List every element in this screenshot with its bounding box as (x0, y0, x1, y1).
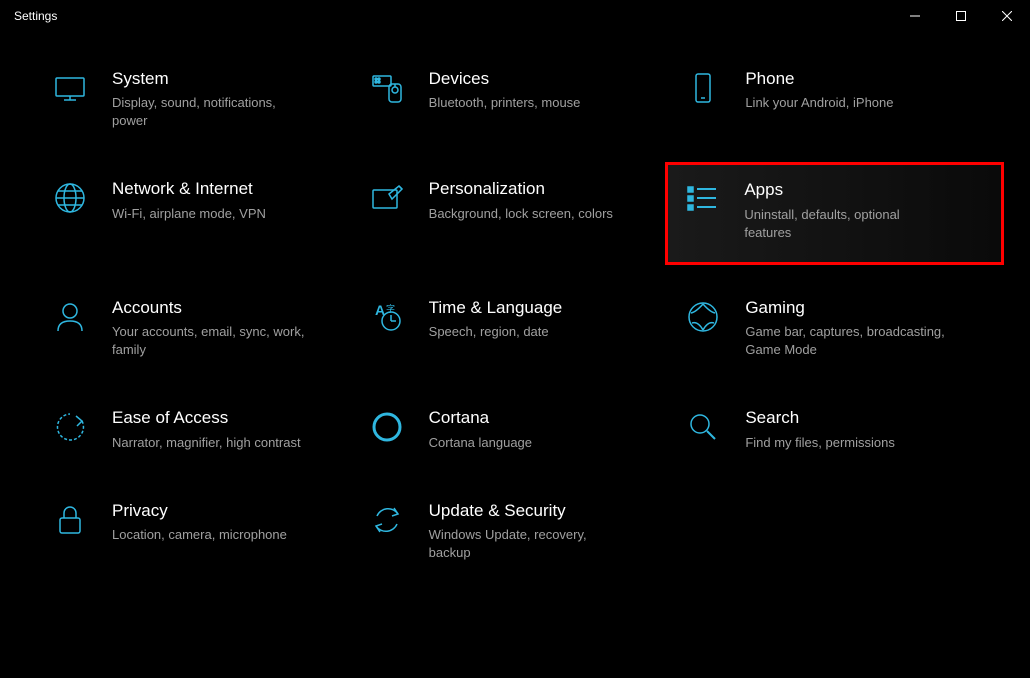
ease-of-access-icon (50, 407, 90, 447)
tile-text: Update & Security Windows Update, recove… (429, 500, 629, 562)
update-security-icon (367, 500, 407, 540)
devices-icon (367, 68, 407, 108)
tile-text: Search Find my files, permissions (745, 407, 895, 451)
tile-title: Cortana (429, 407, 532, 429)
tile-desc: Narrator, magnifier, high contrast (112, 434, 301, 452)
tile-privacy[interactable]: Privacy Location, camera, microphone (50, 494, 367, 568)
tile-title: Update & Security (429, 500, 629, 522)
tile-update-security[interactable]: Update & Security Windows Update, recove… (367, 494, 684, 568)
tile-phone[interactable]: Phone Link your Android, iPhone (683, 62, 1000, 136)
phone-icon (683, 68, 723, 108)
tile-title: Ease of Access (112, 407, 301, 429)
search-icon (683, 407, 723, 447)
tile-desc: Your accounts, email, sync, work, family (112, 323, 312, 359)
tile-text: Time & Language Speech, region, date (429, 297, 563, 341)
tile-desc: Display, sound, notifications, power (112, 94, 312, 130)
tile-text: Network & Internet Wi-Fi, airplane mode,… (112, 178, 266, 222)
close-button[interactable] (984, 0, 1030, 32)
tile-desc: Speech, region, date (429, 323, 563, 341)
window-controls (892, 0, 1030, 32)
tile-text: System Display, sound, notifications, po… (112, 68, 312, 130)
maximize-button[interactable] (938, 0, 984, 32)
tile-network[interactable]: Network & Internet Wi-Fi, airplane mode,… (50, 172, 367, 254)
apps-icon (682, 179, 722, 219)
tile-title: Search (745, 407, 895, 429)
tile-title: Phone (745, 68, 893, 90)
tile-desc: Find my files, permissions (745, 434, 895, 452)
tile-text: Cortana Cortana language (429, 407, 532, 451)
tile-desc: Bluetooth, printers, mouse (429, 94, 581, 112)
tile-gaming[interactable]: Gaming Game bar, captures, broadcasting,… (683, 291, 1000, 365)
time-language-icon: A字 (367, 297, 407, 337)
tile-ease-of-access[interactable]: Ease of Access Narrator, magnifier, high… (50, 401, 367, 457)
tile-desc: Cortana language (429, 434, 532, 452)
cortana-icon (367, 407, 407, 447)
system-icon (50, 68, 90, 108)
tile-desc: Windows Update, recovery, backup (429, 526, 629, 562)
tile-text: Ease of Access Narrator, magnifier, high… (112, 407, 301, 451)
titlebar: Settings (0, 0, 1030, 32)
tile-text: Personalization Background, lock screen,… (429, 178, 613, 222)
window-title: Settings (14, 9, 57, 23)
tile-apps[interactable]: Apps Uninstall, defaults, optional featu… (665, 162, 1004, 264)
tile-personalization[interactable]: Personalization Background, lock screen,… (367, 172, 684, 254)
tile-devices[interactable]: Devices Bluetooth, printers, mouse (367, 62, 684, 136)
accounts-icon (50, 297, 90, 337)
tile-accounts[interactable]: Accounts Your accounts, email, sync, wor… (50, 291, 367, 365)
minimize-button[interactable] (892, 0, 938, 32)
network-icon (50, 178, 90, 218)
svg-text:字: 字 (386, 303, 395, 314)
tile-title: Network & Internet (112, 178, 266, 200)
tile-text: Devices Bluetooth, printers, mouse (429, 68, 581, 112)
tile-text: Privacy Location, camera, microphone (112, 500, 287, 544)
tile-title: Time & Language (429, 297, 563, 319)
tile-desc: Background, lock screen, colors (429, 205, 613, 223)
settings-grid: System Display, sound, notifications, po… (50, 62, 1000, 568)
settings-content: System Display, sound, notifications, po… (0, 32, 1030, 588)
tile-title: System (112, 68, 312, 90)
tile-text: Apps Uninstall, defaults, optional featu… (744, 179, 944, 241)
tile-desc: Wi-Fi, airplane mode, VPN (112, 205, 266, 223)
personalization-icon (367, 178, 407, 218)
tile-text: Gaming Game bar, captures, broadcasting,… (745, 297, 945, 359)
tile-title: Privacy (112, 500, 287, 522)
tile-text: Phone Link your Android, iPhone (745, 68, 893, 112)
tile-title: Gaming (745, 297, 945, 319)
tile-title: Apps (744, 179, 944, 201)
tile-desc: Uninstall, defaults, optional features (744, 206, 944, 242)
tile-title: Devices (429, 68, 581, 90)
tile-title: Accounts (112, 297, 312, 319)
tile-desc: Location, camera, microphone (112, 526, 287, 544)
tile-system[interactable]: System Display, sound, notifications, po… (50, 62, 367, 136)
privacy-icon (50, 500, 90, 540)
tile-cortana[interactable]: Cortana Cortana language (367, 401, 684, 457)
tile-desc: Game bar, captures, broadcasting, Game M… (745, 323, 945, 359)
tile-title: Personalization (429, 178, 613, 200)
gaming-icon (683, 297, 723, 337)
tile-desc: Link your Android, iPhone (745, 94, 893, 112)
tile-search[interactable]: Search Find my files, permissions (683, 401, 1000, 457)
tile-time-language[interactable]: A字 Time & Language Speech, region, date (367, 291, 684, 365)
tile-text: Accounts Your accounts, email, sync, wor… (112, 297, 312, 359)
